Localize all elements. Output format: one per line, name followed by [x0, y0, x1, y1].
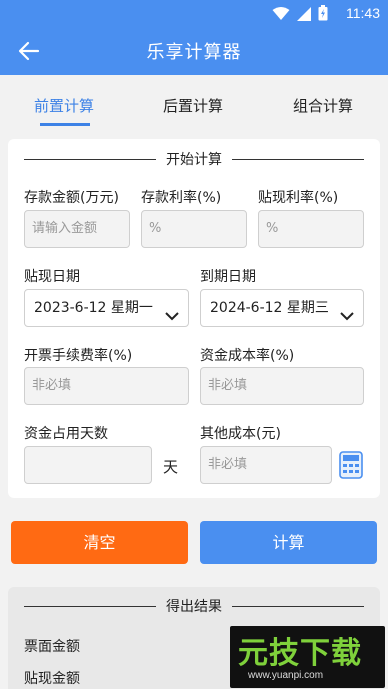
divider	[232, 158, 364, 160]
watermark-url: www.yuanpi.com	[248, 670, 324, 681]
calculate-button[interactable]: 计算	[200, 521, 377, 564]
deposit-amount-label: 存款金额(万元)	[24, 190, 119, 206]
section-header-start: 开始计算	[24, 149, 364, 169]
tab-combined-calc[interactable]: 组合计算	[293, 95, 353, 116]
watermark-text: 元技下载	[238, 636, 362, 671]
tab-front-calc[interactable]: 前置计算	[34, 95, 94, 116]
status-time: 11:43	[346, 5, 380, 21]
deposit-rate-input[interactable]: %	[141, 210, 247, 248]
tab-active-indicator	[40, 123, 90, 126]
days-unit: 天	[163, 458, 179, 476]
maturity-date-value: 2024-6-12 星期三	[210, 300, 329, 316]
wifi-icon	[272, 6, 290, 25]
discount-amount-label: 贴现金额	[24, 671, 80, 687]
watermark-logo: 元技下载 www.yuanpi.com	[230, 626, 385, 688]
input-card: 开始计算 存款金额(万元) 存款利率(%) 贴现利率(%) 请输入金额 % % …	[8, 139, 380, 498]
divider	[232, 605, 364, 607]
app-header: 11:43 乐享计算器	[0, 0, 388, 75]
deposit-amount-input[interactable]: 请输入金额	[24, 210, 130, 248]
discount-date-select[interactable]: 2023-6-12 星期一	[24, 289, 189, 327]
signal-icon	[296, 6, 312, 25]
section-title: 开始计算	[166, 152, 222, 168]
discount-rate-label: 贴现利率(%)	[258, 190, 339, 206]
capital-cost-rate-input[interactable]: 非必填	[200, 367, 364, 405]
discount-date-label: 贴现日期	[24, 269, 80, 285]
maturity-date-select[interactable]: 2024-6-12 星期三	[200, 289, 364, 327]
status-bar: 11:43	[0, 0, 388, 28]
battery-icon	[318, 5, 328, 25]
issue-fee-rate-input[interactable]: 非必填	[24, 367, 189, 405]
maturity-date-label: 到期日期	[200, 269, 256, 285]
result-section-title: 得出结果	[166, 599, 222, 615]
page-title: 乐享计算器	[146, 42, 242, 63]
other-cost-input[interactable]: 非必填	[200, 446, 332, 484]
issue-fee-rate-label: 开票手续费率(%)	[24, 348, 133, 364]
chevron-down-icon	[164, 301, 180, 337]
tab-bar: 前置计算 后置计算 组合计算	[0, 75, 388, 133]
chevron-down-icon	[339, 301, 355, 337]
status-icons	[272, 5, 328, 25]
section-header-result: 得出结果	[24, 596, 364, 616]
deposit-rate-label: 存款利率(%)	[141, 190, 222, 206]
divider	[24, 158, 156, 160]
face-amount-label: 票面金额	[24, 639, 80, 655]
clear-button[interactable]: 清空	[11, 521, 188, 564]
discount-date-value: 2023-6-12 星期一	[34, 300, 153, 316]
capital-days-input[interactable]	[24, 446, 152, 484]
capital-days-label: 资金占用天数	[24, 426, 108, 442]
capital-cost-rate-label: 资金成本率(%)	[200, 348, 295, 364]
tab-back-calc[interactable]: 后置计算	[163, 95, 223, 116]
other-cost-label: 其他成本(元)	[200, 426, 281, 442]
discount-rate-input[interactable]: %	[258, 210, 364, 248]
calculator-icon[interactable]	[339, 451, 363, 483]
divider	[24, 605, 156, 607]
